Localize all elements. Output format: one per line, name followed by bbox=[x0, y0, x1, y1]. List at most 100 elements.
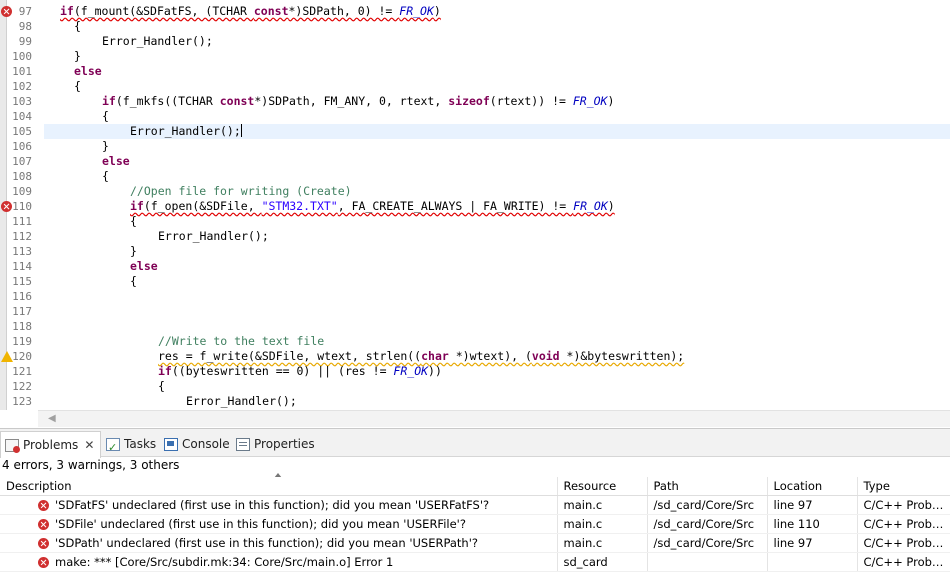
code-text[interactable]: { bbox=[102, 169, 109, 184]
code-line[interactable]: 118 bbox=[0, 319, 950, 334]
line-number: 117 bbox=[12, 305, 32, 318]
code-text[interactable]: res = f_write(&SDFile, wtext, strlen((ch… bbox=[158, 349, 684, 364]
tab-console[interactable]: Console bbox=[160, 432, 230, 456]
code-line[interactable]: 112 Error_Handler(); bbox=[0, 229, 950, 244]
code-text[interactable]: else bbox=[102, 154, 130, 169]
resource-cell[interactable]: main.c bbox=[557, 533, 648, 553]
location-cell[interactable] bbox=[767, 552, 858, 572]
code-text[interactable]: Error_Handler(); bbox=[102, 34, 213, 49]
code-line[interactable]: 119 //Write to the text file bbox=[0, 334, 950, 349]
code-text[interactable]: { bbox=[74, 19, 81, 34]
location-cell[interactable]: line 97 bbox=[767, 533, 858, 553]
tab-tasks[interactable]: Tasks bbox=[102, 432, 157, 460]
code-comment[interactable]: //Open file for writing (Create) bbox=[130, 184, 352, 199]
code-line[interactable]: 104 { bbox=[0, 109, 950, 124]
code-line[interactable]: 100 } bbox=[0, 49, 950, 64]
description-cell[interactable]: 'SDPath' undeclared (first use in this f… bbox=[0, 533, 558, 553]
description-cell[interactable]: 'SDFile' undeclared (first use in this f… bbox=[0, 514, 558, 534]
code-text[interactable]: if(f_mount(&SDFatFS, (TCHAR const*)SDPat… bbox=[60, 4, 441, 19]
code-text[interactable]: if(f_mkfs((TCHAR const*)SDPath, FM_ANY, … bbox=[102, 94, 614, 109]
code-text[interactable]: { bbox=[158, 379, 165, 394]
path-cell[interactable] bbox=[647, 552, 768, 572]
code-text[interactable]: else bbox=[74, 64, 102, 79]
path-cell[interactable]: /sd_card/Core/Src bbox=[647, 514, 768, 534]
code-line[interactable]: 116 bbox=[0, 289, 950, 304]
line-number: 115 bbox=[12, 275, 32, 288]
column-header-type[interactable]: Type bbox=[857, 477, 950, 496]
code-line[interactable]: 98 { bbox=[0, 19, 950, 34]
code-comment[interactable]: //Write to the text file bbox=[158, 334, 324, 349]
tab-label: Properties bbox=[254, 437, 315, 451]
resource-cell[interactable]: main.c bbox=[557, 514, 648, 534]
code-line[interactable]: 117 bbox=[0, 304, 950, 319]
code-text[interactable]: if(f_open(&SDFile, "STM32.TXT", FA_CREAT… bbox=[130, 199, 615, 214]
description-cell[interactable]: 'SDFatFS' undeclared (first use in this … bbox=[0, 495, 558, 515]
code-line[interactable]: 107 else bbox=[0, 154, 950, 169]
table-row[interactable]: make: *** [Core/Src/subdir.mk:34: Core/S… bbox=[0, 552, 950, 572]
code-text[interactable]: } bbox=[130, 244, 137, 259]
resource-cell[interactable]: main.c bbox=[557, 495, 648, 515]
line-number: 109 bbox=[12, 185, 32, 198]
code-text[interactable]: { bbox=[74, 79, 81, 94]
code-text[interactable]: { bbox=[130, 214, 137, 229]
type-cell[interactable]: C/C++ Probl... bbox=[857, 552, 950, 572]
code-line[interactable]: 110 if(f_open(&SDFile, "STM32.TXT", FA_C… bbox=[0, 199, 950, 214]
code-line[interactable]: 99 Error_Handler(); bbox=[0, 34, 950, 49]
code-line[interactable]: 115 { bbox=[0, 274, 950, 289]
tab-properties[interactable]: Properties bbox=[232, 432, 315, 456]
scroll-left-icon[interactable]: ◀ bbox=[48, 413, 56, 424]
resource-cell[interactable]: sd_card bbox=[557, 552, 648, 572]
column-header-resource[interactable]: Resource bbox=[557, 477, 648, 496]
line-number: 119 bbox=[12, 335, 32, 348]
code-line[interactable]: 102 { bbox=[0, 79, 950, 94]
code-text[interactable]: } bbox=[74, 49, 81, 64]
close-icon[interactable]: ✕ bbox=[84, 433, 94, 457]
code-line[interactable]: 120 res = f_write(&SDFile, wtext, strlen… bbox=[0, 349, 950, 364]
code-line[interactable]: 122 { bbox=[0, 379, 950, 394]
table-row[interactable]: 'SDFatFS' undeclared (first use in this … bbox=[0, 495, 950, 515]
code-line[interactable]: 106 } bbox=[0, 139, 950, 154]
code-text[interactable]: else bbox=[130, 259, 158, 274]
type-cell[interactable]: C/C++ Probl... bbox=[857, 514, 950, 534]
type-cell[interactable]: C/C++ Probl... bbox=[857, 495, 950, 515]
code-text[interactable]: } bbox=[102, 139, 109, 154]
code-line[interactable]: 113 } bbox=[0, 244, 950, 259]
code-line[interactable]: 114 else bbox=[0, 259, 950, 274]
location-cell[interactable]: line 110 bbox=[767, 514, 858, 534]
code-text[interactable]: if((byteswritten == 0) || (res != FR_OK)… bbox=[158, 364, 442, 379]
column-header-path[interactable]: Path bbox=[647, 477, 768, 496]
line-number: 103 bbox=[12, 95, 32, 108]
code-line[interactable]: 97 if(f_mount(&SDFatFS, (TCHAR const*)SD… bbox=[0, 4, 950, 19]
type-cell[interactable]: C/C++ Probl... bbox=[857, 533, 950, 553]
code-line[interactable]: 103 if(f_mkfs((TCHAR const*)SDPath, FM_A… bbox=[0, 94, 950, 109]
line-number: 114 bbox=[12, 260, 32, 273]
tab-problems[interactable]: Problems ✕ bbox=[0, 431, 102, 458]
code-text[interactable]: Error_Handler(); bbox=[158, 229, 269, 244]
code-text[interactable]: { bbox=[130, 274, 137, 289]
code-line[interactable]: 109 //Open file for writing (Create) bbox=[0, 184, 950, 199]
horizontal-scrollbar[interactable]: ◀ bbox=[38, 410, 950, 427]
line-number: 112 bbox=[12, 230, 32, 243]
tab-label: Tasks bbox=[124, 437, 157, 451]
location-cell[interactable]: line 97 bbox=[767, 495, 858, 515]
column-header-description[interactable]: Description bbox=[0, 477, 558, 496]
code-text[interactable]: Error_Handler(); bbox=[130, 124, 242, 139]
line-number: 121 bbox=[12, 365, 32, 378]
code-line[interactable]: 101 else bbox=[0, 64, 950, 79]
description-cell[interactable]: make: *** [Core/Src/subdir.mk:34: Core/S… bbox=[0, 552, 558, 572]
table-row[interactable]: 'SDPath' undeclared (first use in this f… bbox=[0, 533, 950, 553]
problems-icon bbox=[5, 438, 20, 453]
code-line[interactable]: 108 { bbox=[0, 169, 950, 184]
code-editor[interactable]: 97 if(f_mount(&SDFatFS, (TCHAR const*)SD… bbox=[0, 0, 950, 428]
path-cell[interactable]: /sd_card/Core/Src bbox=[647, 495, 768, 515]
table-row[interactable]: 'SDFile' undeclared (first use in this f… bbox=[0, 514, 950, 534]
column-header-location[interactable]: Location bbox=[767, 477, 858, 496]
code-line[interactable]: 105 Error_Handler(); bbox=[0, 124, 950, 139]
code-line[interactable]: 123 Error_Handler(); bbox=[0, 394, 950, 409]
path-cell[interactable]: /sd_card/Core/Src bbox=[647, 533, 768, 553]
code-text[interactable]: { bbox=[102, 109, 109, 124]
code-line[interactable]: 111 { bbox=[0, 214, 950, 229]
tasks-icon bbox=[106, 436, 120, 460]
code-line[interactable]: 121 if((byteswritten == 0) || (res != FR… bbox=[0, 364, 950, 379]
code-text[interactable]: Error_Handler(); bbox=[186, 394, 297, 409]
